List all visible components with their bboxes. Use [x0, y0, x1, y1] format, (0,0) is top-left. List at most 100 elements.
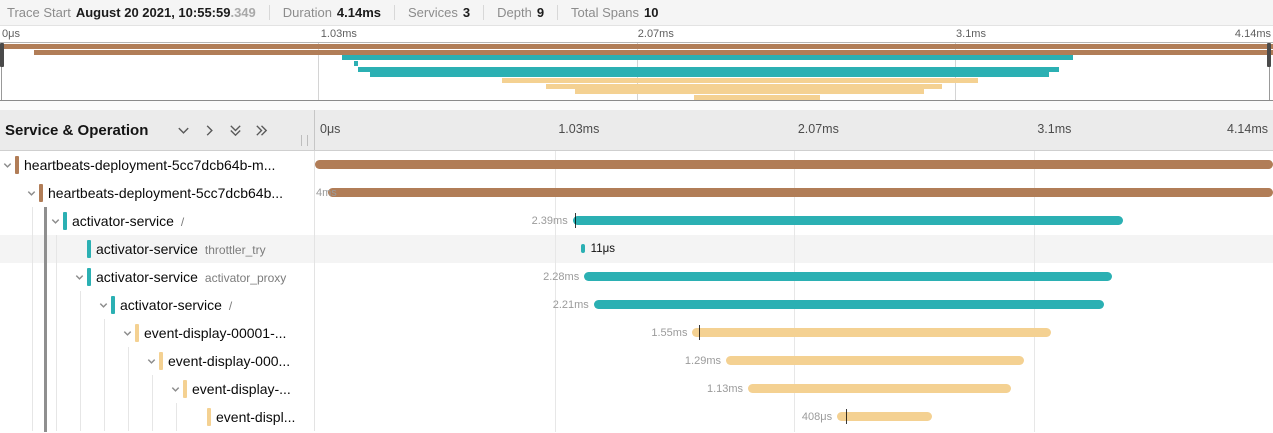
minimap-span-bar [34, 50, 1273, 55]
span-row[interactable]: activator-serviceactivator_proxy 2.28ms [0, 263, 1273, 291]
minimap-span-bar [502, 78, 978, 83]
row-collapse-icon[interactable] [122, 328, 133, 339]
minimap-tick: 4.14ms [1235, 28, 1271, 40]
total-spans-group: Total Spans 10 [557, 5, 671, 20]
collapse-all-icon[interactable] [228, 123, 243, 138]
row-collapse-icon[interactable] [50, 216, 61, 227]
span-duration-label: 2.28ms [543, 271, 579, 283]
span-bar[interactable] [726, 356, 1024, 365]
row-collapse-icon[interactable] [2, 160, 13, 171]
span-service-name: activator-service/ [120, 297, 232, 313]
span-row[interactable]: event-display-... 1.13ms [0, 375, 1273, 403]
span-bar[interactable] [328, 188, 1273, 197]
tree-guide [80, 347, 81, 375]
span-log-marker [846, 409, 847, 424]
span-log-marker [699, 325, 700, 340]
collapse-one-icon[interactable] [176, 123, 191, 138]
span-color-swatch [87, 268, 91, 286]
span-row[interactable]: heartbeats-deployment-5cc7dcb64b...4ms [0, 179, 1273, 207]
tree-guide [128, 347, 129, 375]
minimap-left-scrubber[interactable] [0, 43, 4, 67]
minimap-tick: 2.07ms [638, 28, 674, 40]
span-row[interactable]: activator-servicethrottler_try 11μs [0, 235, 1273, 263]
timeline-tick: 2.07ms [798, 122, 839, 136]
span-row[interactable]: activator-service/2.39ms [0, 207, 1273, 235]
timeline-tick: 4.14ms [1227, 122, 1268, 136]
span-bar-cell: 1.55ms [315, 319, 1273, 347]
span-bar[interactable] [748, 384, 1010, 393]
row-collapse-icon[interactable] [26, 188, 37, 199]
row-collapse-icon[interactable] [146, 356, 157, 367]
trace-start-value: August 20 2021, 10:55:59 [76, 5, 231, 20]
expand-one-icon[interactable] [202, 123, 217, 138]
timeline-tick: 0μs [320, 122, 340, 136]
row-collapse-icon[interactable] [74, 272, 85, 283]
span-duration-label: 2.21ms [553, 299, 589, 311]
span-color-swatch [15, 156, 19, 174]
span-name-cell[interactable]: activator-serviceactivator_proxy [0, 263, 315, 291]
span-duration-label: 11μs [591, 243, 615, 255]
expand-all-icon[interactable] [254, 123, 269, 138]
span-bar[interactable] [837, 412, 932, 421]
span-duration-label: 1.13ms [707, 383, 743, 395]
span-color-swatch [135, 324, 139, 342]
span-name-cell[interactable]: heartbeats-deployment-5cc7dcb64b-m... [0, 151, 315, 179]
span-row[interactable]: event-displ...408μs [0, 403, 1273, 431]
timeline-header-row: Service & Operation 0μs 1.03ms 2.07ms 3.… [0, 110, 1273, 151]
tree-guide [56, 347, 57, 375]
span-rows: heartbeats-deployment-5cc7dcb64b-m...hea… [0, 151, 1273, 432]
span-name-cell[interactable]: activator-service/ [0, 207, 315, 235]
tree-guide [80, 291, 81, 319]
tree-guide [32, 319, 33, 347]
tree-guide [128, 403, 129, 431]
span-name-cell[interactable]: event-display-00001-... [0, 319, 315, 347]
span-service-name: event-displ... [216, 409, 295, 425]
span-name-cell[interactable]: event-display-... [0, 375, 315, 403]
tree-guide [32, 291, 33, 319]
span-bar[interactable] [581, 244, 584, 253]
trace-summary-bar: Trace Start August 20 2021, 10:55:59 .34… [0, 0, 1273, 26]
trace-start-group: Trace Start August 20 2021, 10:55:59 .34… [7, 5, 269, 20]
column-resizer[interactable] [301, 135, 308, 146]
tree-guide [56, 375, 57, 403]
span-operation-name: throttler_try [205, 243, 266, 257]
span-bar[interactable] [594, 300, 1105, 309]
depth-group: Depth 9 [483, 5, 557, 20]
span-row[interactable]: event-display-000... 1.29ms [0, 347, 1273, 375]
span-bar[interactable] [315, 160, 1273, 169]
span-name-cell[interactable]: heartbeats-deployment-5cc7dcb64b... [0, 179, 315, 207]
tree-guide [56, 235, 57, 263]
span-name-cell[interactable]: activator-service/ [0, 291, 315, 319]
span-bar[interactable] [584, 272, 1112, 281]
minimap-span-bar [342, 55, 1073, 60]
services-label: Services [408, 5, 458, 20]
span-row[interactable]: heartbeats-deployment-5cc7dcb64b-m... [0, 151, 1273, 179]
span-name-cell[interactable]: activator-servicethrottler_try [0, 235, 315, 263]
row-collapse-icon[interactable] [98, 300, 109, 311]
service-operation-header: Service & Operation [0, 110, 315, 150]
span-row[interactable]: event-display-00001-...1.55ms [0, 319, 1273, 347]
minimap-tick: 0μs [2, 28, 20, 40]
minimap-span-bar [546, 84, 942, 89]
span-color-swatch [111, 296, 115, 314]
span-operation-name: activator_proxy [205, 271, 286, 285]
span-name-cell[interactable]: event-display-000... [0, 347, 315, 375]
minimap-tick: 1.03ms [321, 28, 357, 40]
span-bar-cell: 2.21ms [315, 291, 1273, 319]
span-color-swatch [207, 408, 211, 426]
timeline-tick-header: 0μs 1.03ms 2.07ms 3.1ms 4.14ms [315, 110, 1273, 150]
span-duration-label: 1.29ms [685, 355, 721, 367]
span-bar-cell: 2.28ms [315, 263, 1273, 291]
tree-guide [80, 319, 81, 347]
span-duration-label: 4ms [316, 187, 337, 199]
tree-guide [56, 403, 57, 431]
minimap-right-scrubber[interactable] [1267, 43, 1271, 67]
span-row[interactable]: activator-service/2.21ms [0, 291, 1273, 319]
span-bar-cell: 11μs [315, 235, 1273, 263]
row-collapse-icon[interactable] [170, 384, 181, 395]
minimap-canvas[interactable] [0, 42, 1273, 101]
span-bar[interactable] [692, 328, 1050, 337]
span-bar[interactable] [573, 216, 1123, 225]
tree-guide [80, 403, 81, 431]
span-name-cell[interactable]: event-displ... [0, 403, 315, 431]
